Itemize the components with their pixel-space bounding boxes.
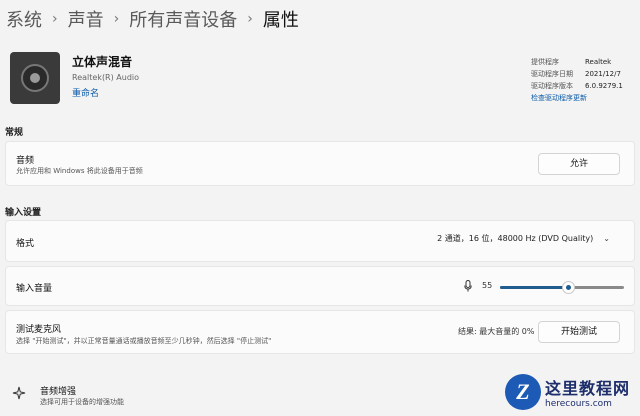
audio-desc: 允许应用和 Windows 将此设备用于音频	[16, 167, 143, 175]
driver-info: 提供程序 Realtek 驱动程序日期 2021/12/7 驱动程序版本 6.0.92…	[531, 56, 623, 104]
device-name: 立体声混音	[72, 55, 133, 69]
breadcrumb-item-sound[interactable]: 声音	[68, 6, 104, 32]
chevron-down-icon: ⌄	[603, 234, 610, 243]
input-volume-slider[interactable]	[500, 282, 624, 293]
volume-slider-thumb[interactable]	[563, 282, 574, 293]
breadcrumb-item-all-devices[interactable]: 所有声音设备	[129, 6, 237, 32]
audio-card: 音频 允许应用和 Windows 将此设备用于音频 允许	[5, 141, 635, 186]
breadcrumb-separator: ›	[52, 11, 58, 27]
driver-date-value: 2021/12/7	[585, 70, 621, 78]
volume-slider-fill	[500, 286, 568, 289]
device-header: 立体声混音 Realtek(R) Audio 重命名	[10, 52, 139, 104]
test-mic-desc: 选择 "开始测试"，并以正常音量通话或播放音频至少几秒钟，然后选择 "停止测试"	[16, 337, 272, 345]
audio-enhancement-title[interactable]: 音频增强	[40, 384, 76, 397]
watermark-url: herecours.com	[545, 399, 612, 409]
format-card: 格式 2 通道，16 位，48000 Hz (DVD Quality) ⌄	[5, 220, 635, 262]
format-value: 2 通道，16 位，48000 Hz (DVD Quality)	[437, 234, 594, 243]
driver-provider-label: 提供程序	[531, 58, 559, 66]
page-title: 属性	[262, 10, 299, 31]
allow-button[interactable]: 允许	[538, 153, 620, 175]
start-test-button[interactable]: 开始测试	[538, 321, 620, 343]
format-title: 格式	[16, 239, 35, 249]
breadcrumb-separator: ›	[247, 11, 253, 27]
rename-link[interactable]: 重命名	[72, 86, 139, 99]
driver-version-label: 驱动程序版本	[531, 82, 573, 90]
test-mic-title: 测试麦克风	[16, 325, 62, 335]
format-dropdown[interactable]: 2 通道，16 位，48000 Hz (DVD Quality) ⌄	[437, 233, 610, 244]
check-driver-update-link[interactable]: 检查驱动程序更新	[531, 92, 623, 104]
driver-provider-value: Realtek	[585, 58, 612, 66]
audio-title: 音频	[16, 156, 35, 166]
general-section-header: 常规	[5, 128, 24, 138]
device-vendor: Realtek(R) Audio	[72, 73, 140, 82]
audio-enhancement-desc: 选择可用于设备的增强功能	[40, 398, 124, 406]
input-volume-value: 55	[482, 281, 493, 290]
test-result: 结果: 最大音量的 0%	[458, 327, 535, 336]
speaker-icon	[10, 52, 60, 104]
watermark: Z 这里教程网 herecours.com	[505, 374, 630, 410]
driver-date-label: 驱动程序日期	[531, 70, 573, 78]
driver-version-value: 6.0.9279.1	[585, 82, 623, 90]
test-mic-card: 测试麦克风 选择 "开始测试"，并以正常音量通话或播放音频至少几秒钟，然后选择 …	[5, 310, 635, 354]
input-settings-header: 输入设置	[5, 208, 42, 218]
input-volume-card: 输入音量 55	[5, 266, 635, 306]
watermark-logo: Z	[505, 374, 541, 410]
input-volume-title: 输入音量	[16, 284, 53, 294]
microphone-icon[interactable]	[464, 280, 472, 292]
breadcrumb-separator: ›	[113, 11, 120, 27]
watermark-title: 这里教程网	[545, 379, 631, 398]
breadcrumb: 系统 › 声音 › 所有声音设备 › 属性	[6, 6, 299, 32]
breadcrumb-item-system[interactable]: 系统	[6, 6, 42, 32]
sparkle-icon	[12, 386, 26, 400]
